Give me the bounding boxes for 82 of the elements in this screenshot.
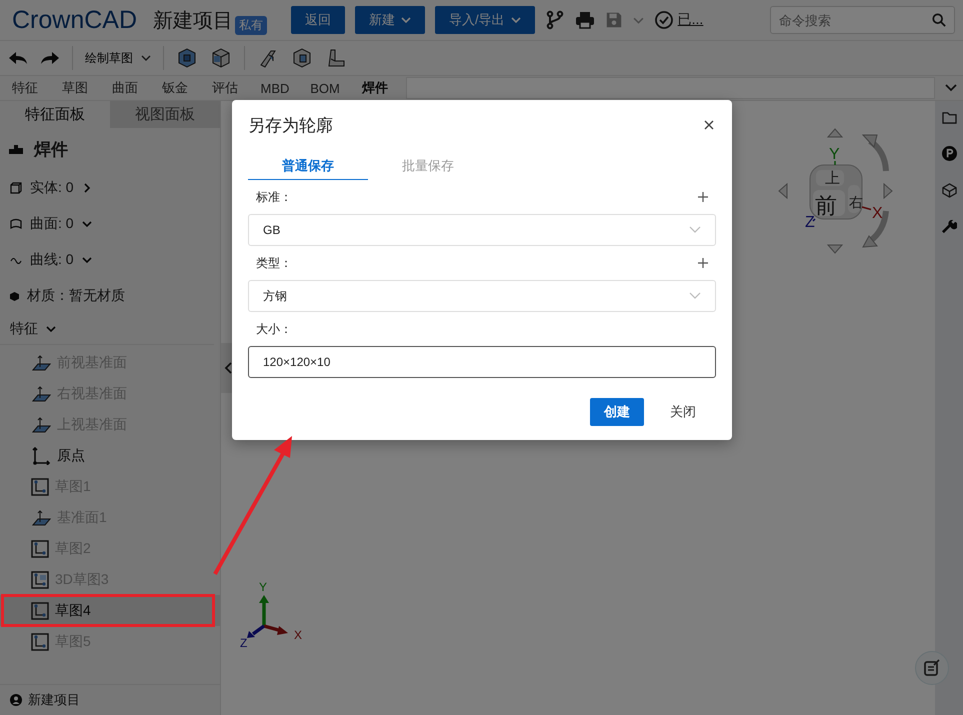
sketch-icon xyxy=(31,478,49,496)
weldment-title: 焊件 xyxy=(34,138,68,160)
expand-chevron-icon[interactable] xyxy=(82,183,92,193)
ribbon-tab[interactable]: 草图 xyxy=(50,76,100,100)
header-button[interactable]: 返回 xyxy=(291,6,346,34)
weldment-icon xyxy=(8,143,24,155)
body-folder-label[interactable]: 曲面: 0 xyxy=(30,215,74,233)
extrude-icon[interactable] xyxy=(210,47,232,69)
header-button[interactable]: 新建 xyxy=(355,6,426,34)
field-label: 类型： xyxy=(256,254,292,272)
note-icon[interactable] xyxy=(923,659,941,677)
wrench-icon[interactable] xyxy=(942,220,956,235)
plane-icon xyxy=(31,354,51,370)
note-button[interactable] xyxy=(915,651,949,685)
redo-icon[interactable] xyxy=(40,50,60,66)
axis-triad-drawing: Y X Z xyxy=(239,581,309,651)
origin-icon xyxy=(31,446,51,464)
dialog-button[interactable]: 关闭 xyxy=(656,398,710,426)
check-circle-icon xyxy=(654,10,674,30)
project-title: 新建项目 xyxy=(153,8,234,34)
curve-icon xyxy=(10,256,22,264)
caret-icon[interactable] xyxy=(141,55,151,61)
ribbon-field[interactable] xyxy=(406,77,935,99)
ribbon-tab[interactable]: 曲面 xyxy=(100,76,150,100)
select-field[interactable]: GB xyxy=(248,214,716,246)
folder-icon[interactable] xyxy=(942,111,956,124)
dialog-button[interactable]: 创建 xyxy=(590,398,644,426)
branch-icon[interactable] xyxy=(544,10,565,30)
body-folder-label[interactable]: 曲线: 0 xyxy=(30,251,74,269)
ribbon-tab[interactable]: MBD xyxy=(250,76,300,100)
dialog-tab[interactable]: 普通保存 xyxy=(248,152,368,180)
plane-icon xyxy=(31,386,51,402)
plane-icon xyxy=(31,416,51,432)
surface-icon xyxy=(10,218,22,230)
select-field[interactable]: 方钢 xyxy=(248,280,716,312)
material-icon xyxy=(10,292,19,300)
box-icon[interactable] xyxy=(176,47,198,69)
cube-icon[interactable] xyxy=(291,47,313,69)
panel-tab[interactable]: 视图面板 xyxy=(110,101,220,128)
header-button[interactable]: 导入/导出 xyxy=(435,6,535,34)
input-field[interactable]: 120×120×10 xyxy=(248,346,716,378)
p-circle-icon[interactable] xyxy=(942,146,956,161)
add-icon[interactable] xyxy=(698,192,708,202)
project-name: 新建项目 xyxy=(28,691,80,709)
material-label: 材质：暂无材质 xyxy=(27,287,125,305)
ribbon-tab[interactable]: 特征 xyxy=(0,76,50,100)
view-cube-drawing[interactable]: 上 前 右 Y X Z xyxy=(775,121,915,261)
features-label[interactable]: 特征 xyxy=(10,320,38,338)
sketch-icon xyxy=(31,570,49,588)
expand-chevron-icon[interactable] xyxy=(82,255,92,265)
search-icon[interactable] xyxy=(932,13,946,27)
ribbon-tab[interactable]: 钣金 xyxy=(150,76,200,100)
ribbon-tab[interactable]: 焊件 xyxy=(350,76,400,100)
dialog-tab[interactable]: 批量保存 xyxy=(368,152,488,180)
dialog-title: 另存为轮廓 xyxy=(248,114,333,136)
ribbon-tab[interactable]: 评估 xyxy=(200,76,250,100)
sketch-dropdown[interactable]: 绘制草图 xyxy=(85,50,151,66)
ribbon-tab[interactable]: BOM xyxy=(300,76,350,100)
chevron-down-icon[interactable] xyxy=(945,84,957,92)
save-status-link[interactable]: 已... xyxy=(678,11,704,29)
expand-chevron-icon[interactable] xyxy=(82,219,92,229)
sketch-icon xyxy=(31,540,49,558)
wireframe-cube-icon[interactable] xyxy=(942,183,956,198)
user-icon xyxy=(10,694,22,706)
undo-icon[interactable] xyxy=(8,50,28,66)
print-icon[interactable] xyxy=(574,10,595,30)
plane-icon xyxy=(31,510,51,526)
feature-tree-item[interactable]: 草图4 xyxy=(0,595,220,626)
save-icon[interactable] xyxy=(604,11,623,29)
body-folder-label[interactable]: 实体: 0 xyxy=(30,179,74,197)
feature-tree-item[interactable]: 原点 xyxy=(0,440,220,471)
add-icon[interactable] xyxy=(698,258,708,268)
privacy-badge: 私有 xyxy=(235,16,268,34)
command-search-field[interactable]: 命令搜索 xyxy=(770,6,955,34)
sketch-icon xyxy=(31,602,49,620)
field-label: 标准： xyxy=(256,188,292,206)
solid-icon xyxy=(10,182,22,194)
close-icon[interactable] xyxy=(704,120,714,130)
sketch-icon xyxy=(31,632,49,650)
field-label: 大小： xyxy=(256,320,292,338)
logo: CrownCAD xyxy=(12,6,138,34)
expand-chevron-icon[interactable] xyxy=(46,324,56,334)
